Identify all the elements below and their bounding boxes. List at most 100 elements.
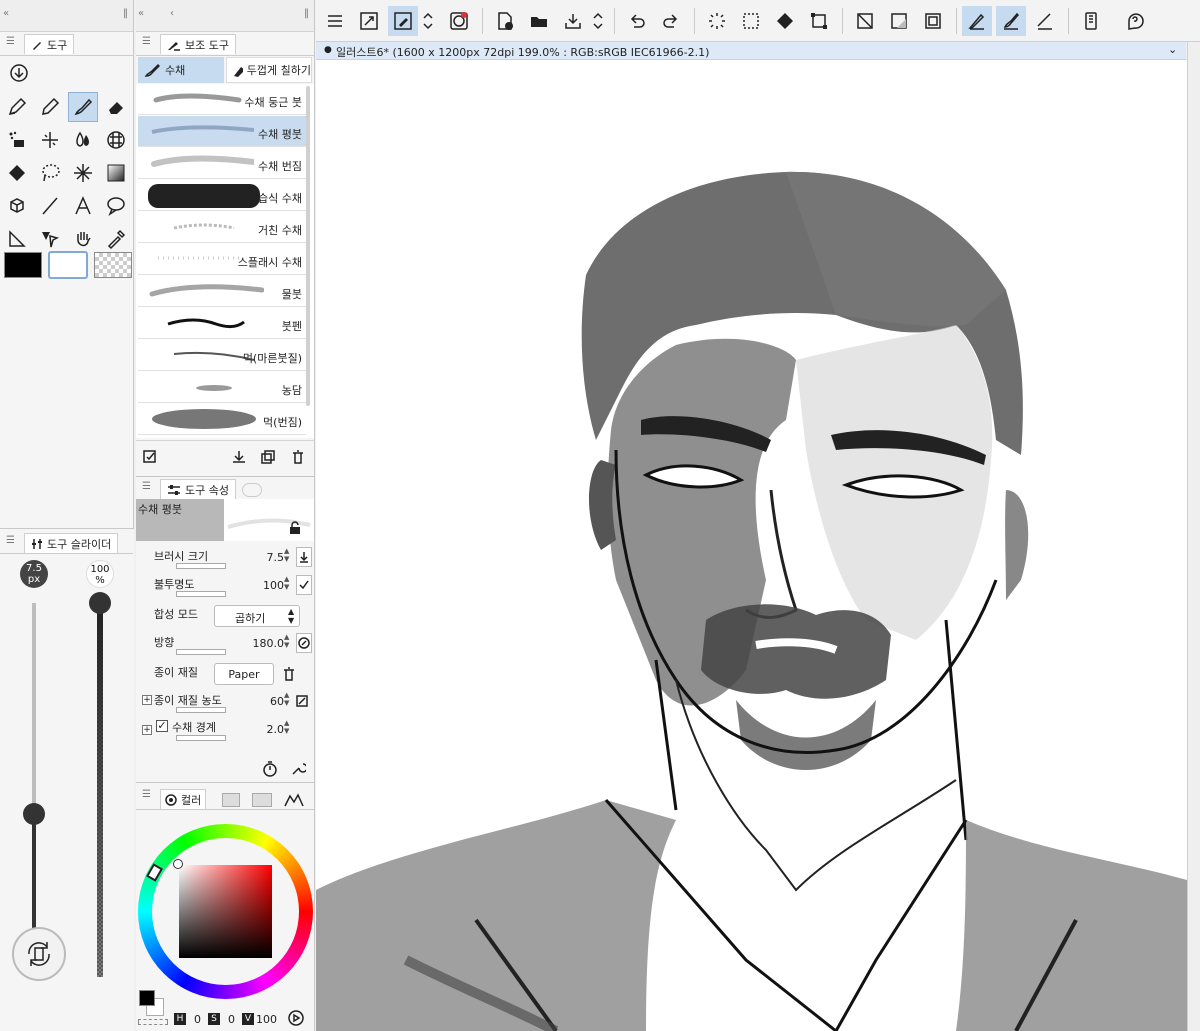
- loading-icon[interactable]: [702, 6, 732, 36]
- brush-setting-icon[interactable]: [996, 6, 1026, 36]
- crop-icon[interactable]: [884, 6, 914, 36]
- chevron-updown-icon[interactable]: [420, 6, 436, 36]
- menu-grip-icon[interactable]: ☰: [142, 789, 151, 800]
- list-item[interactable]: 먹(번짐): [138, 404, 306, 435]
- opacity-check-icon[interactable]: [296, 575, 312, 595]
- tab-color-wheel[interactable]: 컬러: [160, 789, 207, 809]
- main-color-chip[interactable]: [139, 990, 155, 1006]
- pen-tool-icon[interactable]: [2, 92, 32, 122]
- object-tool-icon[interactable]: [35, 224, 65, 254]
- wrench-icon[interactable]: [290, 761, 306, 777]
- group-tab-thick-paint[interactable]: 두껍게 칠하기: [226, 57, 312, 83]
- color-set-tab-icon[interactable]: [252, 793, 272, 807]
- brush-size-slider-handle[interactable]: [23, 803, 45, 825]
- open-folder-icon[interactable]: [524, 6, 554, 36]
- companion-mode-icon[interactable]: [444, 6, 474, 36]
- paper-density-field[interactable]: 60: [270, 695, 284, 708]
- list-item[interactable]: 붓펜: [138, 308, 306, 339]
- main-color-swatch[interactable]: [4, 252, 42, 278]
- paper-density-slider[interactable]: [176, 707, 226, 713]
- opacity-field[interactable]: 100: [263, 579, 284, 592]
- edit-mode-icon[interactable]: [388, 6, 418, 36]
- text-tool-icon[interactable]: [68, 191, 98, 221]
- saturation-value-square[interactable]: [179, 865, 272, 958]
- direction-field[interactable]: 180.0: [253, 637, 285, 650]
- trash-icon[interactable]: [290, 449, 306, 465]
- redo-icon[interactable]: [656, 6, 686, 36]
- brush-list-scrollbar[interactable]: [306, 86, 310, 406]
- brush-size-dropdown-icon[interactable]: [296, 547, 312, 567]
- undo-icon[interactable]: [622, 6, 652, 36]
- group-tab-watercolor[interactable]: 수채: [138, 57, 224, 83]
- hand-tool-icon[interactable]: [68, 224, 98, 254]
- brush-tool-icon[interactable]: [68, 92, 98, 122]
- color-slider-tab-icon[interactable]: [222, 793, 240, 807]
- pen-setting-icon[interactable]: [962, 6, 992, 36]
- transform-icon[interactable]: [804, 6, 834, 36]
- frame-icon[interactable]: [918, 6, 948, 36]
- help-icon[interactable]: [1120, 6, 1150, 36]
- menu-icon[interactable]: [320, 6, 350, 36]
- expand-icon[interactable]: +: [142, 695, 152, 705]
- transparent-color-swatch[interactable]: [94, 252, 132, 278]
- panel-grip-icon[interactable]: ‖: [123, 8, 128, 19]
- fill-tool-icon[interactable]: [2, 158, 32, 188]
- document-tab[interactable]: ● 일러스트6* (1600 x 1200px 72dpi 199.0% : R…: [316, 42, 1186, 60]
- panel-grip-icon[interactable]: ‖: [304, 8, 309, 19]
- auto-select-tool-icon[interactable]: [68, 158, 98, 188]
- import-icon[interactable]: [231, 449, 247, 465]
- grid-tool-icon[interactable]: [101, 125, 131, 155]
- pencil-tool-icon[interactable]: [35, 92, 65, 122]
- tab-tool[interactable]: 도구: [24, 34, 75, 54]
- spin-icon[interactable]: ▲ ▼: [284, 633, 294, 649]
- list-item[interactable]: 수채 번짐: [138, 148, 306, 179]
- pen-pressure-icon[interactable]: [296, 633, 312, 653]
- spin-icon[interactable]: ▲ ▼: [284, 547, 294, 563]
- download-tool-icon[interactable]: [4, 58, 34, 88]
- sparkle-tool-icon[interactable]: [35, 125, 65, 155]
- approximate-color-tab-icon[interactable]: [284, 793, 304, 807]
- watercolor-edge-checkbox[interactable]: ✓: [156, 720, 168, 732]
- play-circle-icon[interactable]: [288, 1010, 304, 1026]
- brush-size-field[interactable]: 7.5: [267, 551, 285, 564]
- opacity-slider[interactable]: [176, 591, 226, 597]
- timer-icon[interactable]: [262, 761, 278, 777]
- tab-tool-slider[interactable]: 도구 슬라이더: [24, 533, 119, 553]
- expand-icon[interactable]: +: [142, 725, 152, 735]
- direction-slider[interactable]: [176, 649, 226, 655]
- clear-selection-icon[interactable]: [736, 6, 766, 36]
- spin-icon[interactable]: ▲ ▼: [284, 719, 294, 735]
- link-icon[interactable]: [296, 695, 308, 707]
- save-icon[interactable]: [558, 6, 588, 36]
- right-panel-edge[interactable]: [1187, 42, 1200, 1031]
- lock-icon[interactable]: [288, 521, 302, 535]
- drawing-canvas[interactable]: [316, 60, 1187, 1031]
- watercolor-edge-field[interactable]: 2.0: [267, 723, 285, 736]
- subtool-settings-icon[interactable]: [142, 449, 158, 465]
- sub-color-swatch[interactable]: [48, 251, 88, 279]
- new-file-icon[interactable]: [490, 6, 520, 36]
- spin-icon[interactable]: ▲ ▼: [284, 691, 294, 707]
- transparent-chip[interactable]: [138, 1019, 168, 1025]
- device-icon[interactable]: [1076, 6, 1106, 36]
- hide-outside-icon[interactable]: [850, 6, 880, 36]
- sync-slider-button[interactable]: [12, 927, 66, 981]
- gradient-tool-icon[interactable]: [101, 158, 131, 188]
- brush-size-slider[interactable]: [176, 563, 226, 569]
- collapse-left-icon[interactable]: «: [138, 8, 144, 19]
- line-tool-icon[interactable]: [35, 191, 65, 221]
- decoration-tool-icon[interactable]: [2, 125, 32, 155]
- sv-picker-handle[interactable]: [173, 859, 183, 869]
- watercolor-edge-slider[interactable]: [176, 735, 226, 741]
- paper-texture-select[interactable]: Paper: [214, 663, 274, 685]
- blend-tool-icon[interactable]: [68, 125, 98, 155]
- ruler-tool-icon[interactable]: [2, 224, 32, 254]
- brush-size-track-upper[interactable]: [32, 603, 36, 813]
- trash-icon[interactable]: [282, 667, 296, 681]
- chevron-updown-icon[interactable]: [590, 6, 606, 36]
- ruler-setting-icon[interactable]: [1030, 6, 1060, 36]
- spin-icon[interactable]: ▲ ▼: [284, 575, 294, 591]
- fill-bucket-icon[interactable]: [770, 6, 800, 36]
- menu-grip-icon[interactable]: ☰: [142, 36, 151, 47]
- list-item[interactable]: 농담: [138, 372, 306, 403]
